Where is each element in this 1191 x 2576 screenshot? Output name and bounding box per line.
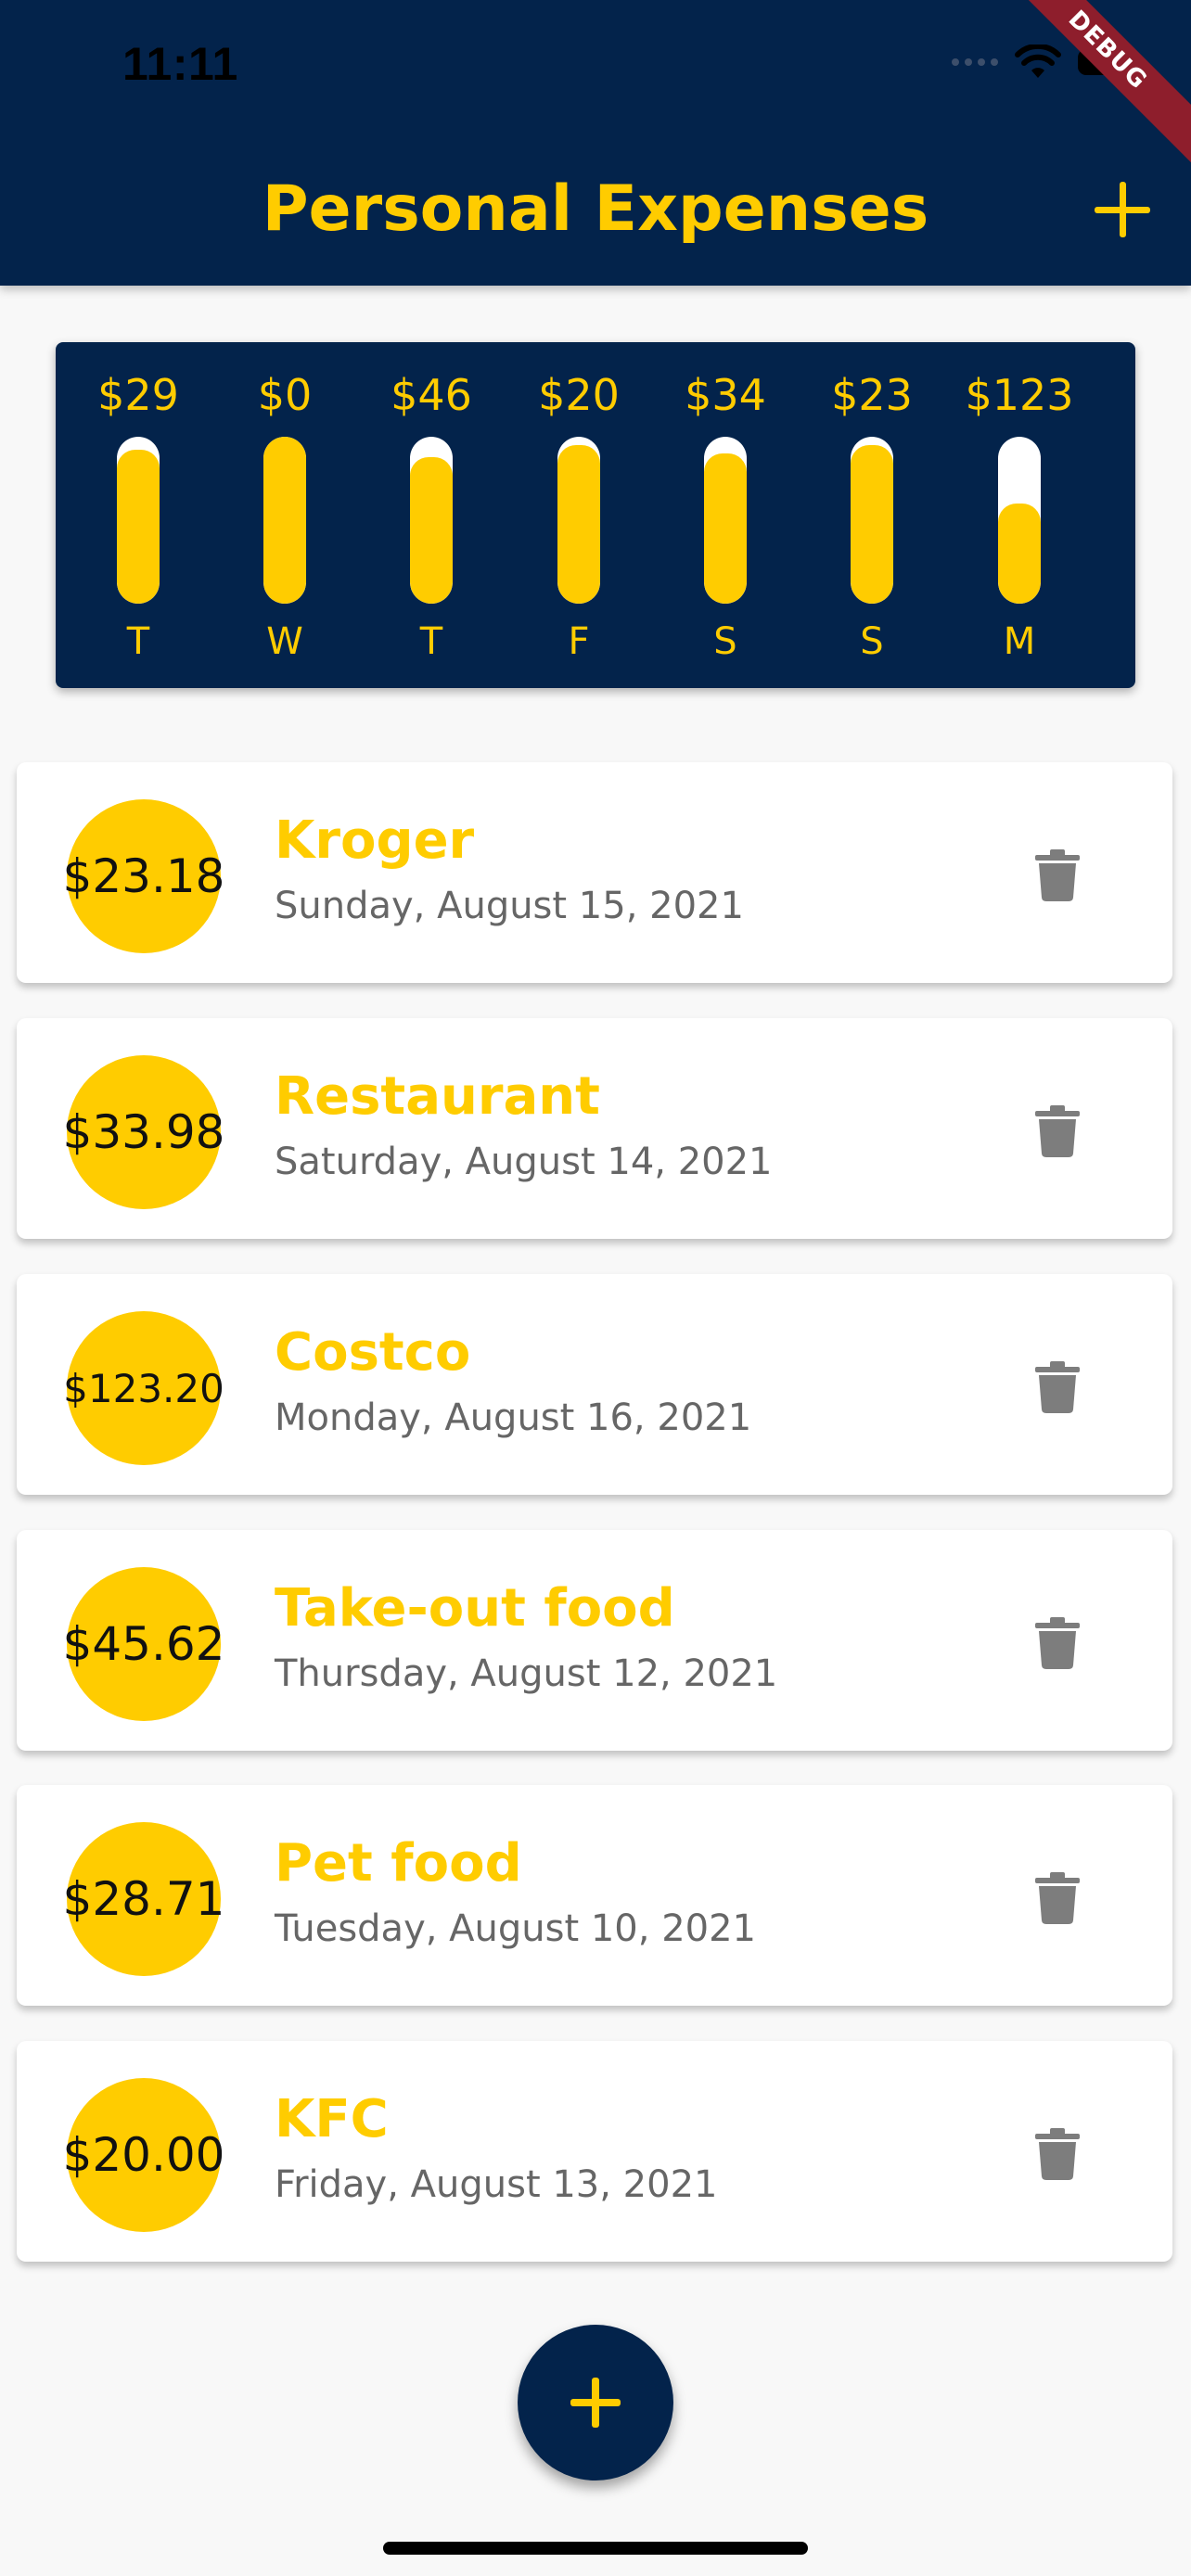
bar-fill [851, 445, 893, 604]
trash-icon[interactable] [1035, 1105, 1080, 1157]
chart-bar: $29 T [65, 342, 211, 688]
chart-bar: $0 W [211, 342, 358, 688]
transaction-title: Take-out food [275, 1578, 675, 1639]
bar-fill [704, 453, 747, 604]
bar-fill [998, 504, 1041, 604]
chart-bar: $123 M [946, 342, 1093, 688]
transaction-date: Monday, August 16, 2021 [275, 1396, 752, 1439]
bar-amount-label: $46 [391, 370, 472, 420]
transaction-amount: $45.62 [62, 1617, 225, 1671]
transaction-date: Tuesday, August 10, 2021 [275, 1907, 756, 1950]
bar-day-label: T [126, 620, 150, 663]
trash-icon[interactable] [1035, 2128, 1080, 2180]
bar-track [998, 437, 1041, 604]
bar-amount-label: $29 [97, 370, 179, 420]
amount-avatar: $123.20 [63, 1311, 224, 1465]
chart-bar: $20 F [506, 342, 652, 688]
bar-day-label: F [568, 620, 590, 663]
chart-bar: $23 S [799, 342, 945, 688]
trash-icon[interactable] [1035, 1872, 1080, 1924]
transaction-amount: $20.00 [62, 2128, 225, 2182]
bar-day-label: T [419, 620, 443, 663]
bar-track [851, 437, 893, 604]
bar-day-label: S [713, 620, 737, 663]
add-fab-button[interactable] [518, 2325, 673, 2480]
chart-bar: $46 T [358, 342, 505, 688]
amount-avatar: $45.62 [63, 1567, 224, 1721]
bar-fill [557, 445, 600, 604]
bar-track [117, 437, 160, 604]
bar-fill [117, 450, 160, 604]
signal-icon [952, 58, 998, 66]
add-transaction-button[interactable] [1095, 182, 1150, 237]
transaction-title: Costco [275, 1322, 471, 1383]
transaction-title: Kroger [275, 810, 475, 871]
transaction-card[interactable]: $123.20 Costco Monday, August 16, 2021 [17, 1274, 1172, 1495]
trash-icon[interactable] [1035, 1617, 1080, 1669]
weekly-chart: $29 T $0 W $46 T $20 F $34 S $23 S $123 M [56, 342, 1135, 688]
bar-fill [263, 437, 306, 604]
bar-track [557, 437, 600, 604]
amount-avatar: $28.71 [63, 1822, 224, 1976]
bar-day-label: M [1003, 620, 1036, 663]
page-title: Personal Expenses [262, 172, 929, 246]
bar-day-label: S [860, 620, 884, 663]
transaction-title: Pet food [275, 1833, 522, 1894]
transaction-date: Thursday, August 12, 2021 [275, 1652, 778, 1695]
amount-avatar: $20.00 [63, 2078, 224, 2232]
bar-day-label: W [266, 620, 303, 663]
trash-icon[interactable] [1035, 1361, 1080, 1413]
bar-fill [410, 456, 453, 604]
bar-amount-label: $34 [685, 370, 766, 420]
bar-track [263, 437, 306, 604]
transaction-date: Friday, August 13, 2021 [275, 2163, 718, 2206]
transaction-title: KFC [275, 2089, 389, 2149]
bar-amount-label: $123 [965, 370, 1074, 420]
transaction-card[interactable]: $28.71 Pet food Tuesday, August 10, 2021 [17, 1785, 1172, 2006]
amount-avatar: $33.98 [63, 1055, 224, 1209]
bar-amount-label: $0 [257, 370, 313, 420]
app-bar: 11:11 Personal Expenses [0, 0, 1191, 286]
bar-track [704, 437, 747, 604]
wifi-icon [1015, 45, 1061, 78]
transaction-amount: $23.18 [62, 849, 225, 903]
amount-avatar: $23.18 [63, 799, 224, 953]
bar-amount-label: $20 [538, 370, 620, 420]
transaction-amount: $28.71 [62, 1872, 225, 1926]
transaction-card[interactable]: $20.00 KFC Friday, August 13, 2021 [17, 2041, 1172, 2262]
trash-icon[interactable] [1035, 849, 1080, 901]
bar-track [410, 437, 453, 604]
transaction-amount: $33.98 [62, 1105, 225, 1159]
transaction-date: Saturday, August 14, 2021 [275, 1141, 773, 1183]
transaction-date: Sunday, August 15, 2021 [275, 885, 744, 927]
transaction-card[interactable]: $23.18 Kroger Sunday, August 15, 2021 [17, 762, 1172, 983]
bar-amount-label: $23 [831, 370, 913, 420]
home-indicator[interactable] [383, 2542, 808, 2555]
transaction-card[interactable]: $45.62 Take-out food Thursday, August 12, … [17, 1530, 1172, 1751]
transaction-title: Restaurant [275, 1066, 600, 1127]
status-time: 11:11 [122, 38, 238, 90]
transaction-card[interactable]: $33.98 Restaurant Saturday, August 14, 202… [17, 1018, 1172, 1239]
transaction-amount: $123.20 [63, 1365, 224, 1411]
chart-bar: $34 S [652, 342, 799, 688]
